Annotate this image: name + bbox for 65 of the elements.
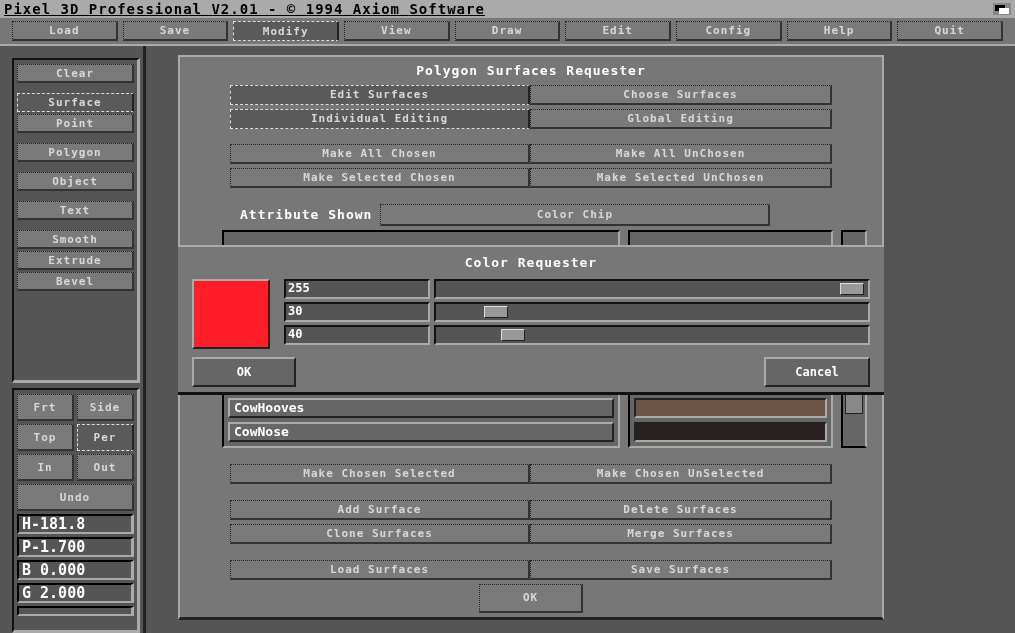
zoom-button[interactable]: In [17,454,74,481]
attribute-label: Attribute Shown [240,206,373,225]
action-button[interactable]: Merge Surfaces [530,523,832,544]
action-button[interactable]: Load Surfaces [230,559,530,580]
value-field[interactable]: 255 [284,278,430,299]
coordinate-readout: P-1.700 [17,537,134,557]
action-button[interactable]: Clone Surfaces [230,523,530,544]
menu-button[interactable]: Modify [233,21,339,41]
action-button[interactable]: Make Selected Chosen [230,168,530,189]
action-button[interactable]: Add Surface [230,499,530,520]
tool-button[interactable]: Text [17,201,134,220]
action-button[interactable]: Make All UnChosen [530,144,832,165]
projection-button[interactable]: Side [77,394,134,421]
action-button[interactable]: Make Selected UnChosen [530,168,832,189]
slider-track[interactable] [434,278,870,299]
mode-button[interactable]: Choose Surfaces [530,84,832,105]
tool-button[interactable]: Polygon [17,143,134,162]
slider-thumb[interactable] [484,305,509,318]
action-button[interactable]: Make All Chosen [230,144,530,165]
tool-button[interactable]: Point [17,114,134,133]
surface-name-field[interactable]: CowHooves [228,397,614,418]
menu-button[interactable]: Save [122,21,229,41]
slider-thumb[interactable] [500,328,525,341]
tool-button[interactable]: Object [17,172,134,191]
tool-button[interactable]: Smooth [17,230,134,249]
menu-button[interactable]: Quit [897,21,1004,41]
attribute-cycle-button[interactable]: Color Chip [380,204,771,227]
action-button[interactable]: Save Surfaces [530,559,832,580]
menu-button[interactable]: View [344,21,450,41]
coordinate-readout: G 2.000 [17,583,134,603]
slider-track[interactable] [434,301,870,322]
menu-button[interactable]: Draw [454,21,561,41]
depth-gadget-icon[interactable] [993,3,1011,15]
coordinate-readout: H-181.8 [17,514,134,534]
menu-button[interactable]: Config [676,21,782,41]
tool-button[interactable]: Bevel [17,272,134,291]
projection-button[interactable]: Per [77,424,134,451]
menu-button[interactable]: Load [12,21,118,41]
coordinate-readout: B 0.000 [17,560,134,580]
slider-thumb[interactable] [840,282,864,295]
action-button[interactable]: Delete Surfaces [530,499,832,520]
ok-button[interactable]: OK [479,583,583,613]
slider-track[interactable] [434,324,870,345]
mode-button[interactable]: Individual Editing [230,108,530,129]
dialog-title: Polygon Surfaces Requester [416,62,646,80]
projection-button[interactable]: Frt [17,394,74,421]
requester-title: Color Requester [464,254,598,272]
surface-name-field[interactable]: CowNose [228,421,614,442]
menu-button[interactable]: Help [786,21,893,41]
value-field[interactable]: 40 [284,324,430,345]
tool-button[interactable]: Clear [17,64,134,83]
menu-button[interactable]: Edit [565,21,672,41]
window-title: Pixel 3D Professional V2.01 - © 1994 Axiom Software [4,0,485,19]
mode-button[interactable]: Global Editing [530,108,832,129]
zoom-button[interactable]: Out [77,454,134,481]
value-field[interactable]: 30 [284,301,430,322]
action-button[interactable]: Make Chosen UnSelected [530,463,832,484]
action-button[interactable]: Make Chosen Selected [230,463,530,484]
undo-button[interactable]: Undo [17,484,134,511]
tool-button[interactable]: Surface [17,93,134,112]
ok-button[interactable]: OK [192,356,296,387]
tool-button[interactable]: Extrude [17,251,134,270]
mode-button[interactable]: Edit Surfaces [230,84,530,105]
projection-button[interactable]: Top [17,424,74,451]
cancel-button[interactable]: Cancel [764,356,870,387]
